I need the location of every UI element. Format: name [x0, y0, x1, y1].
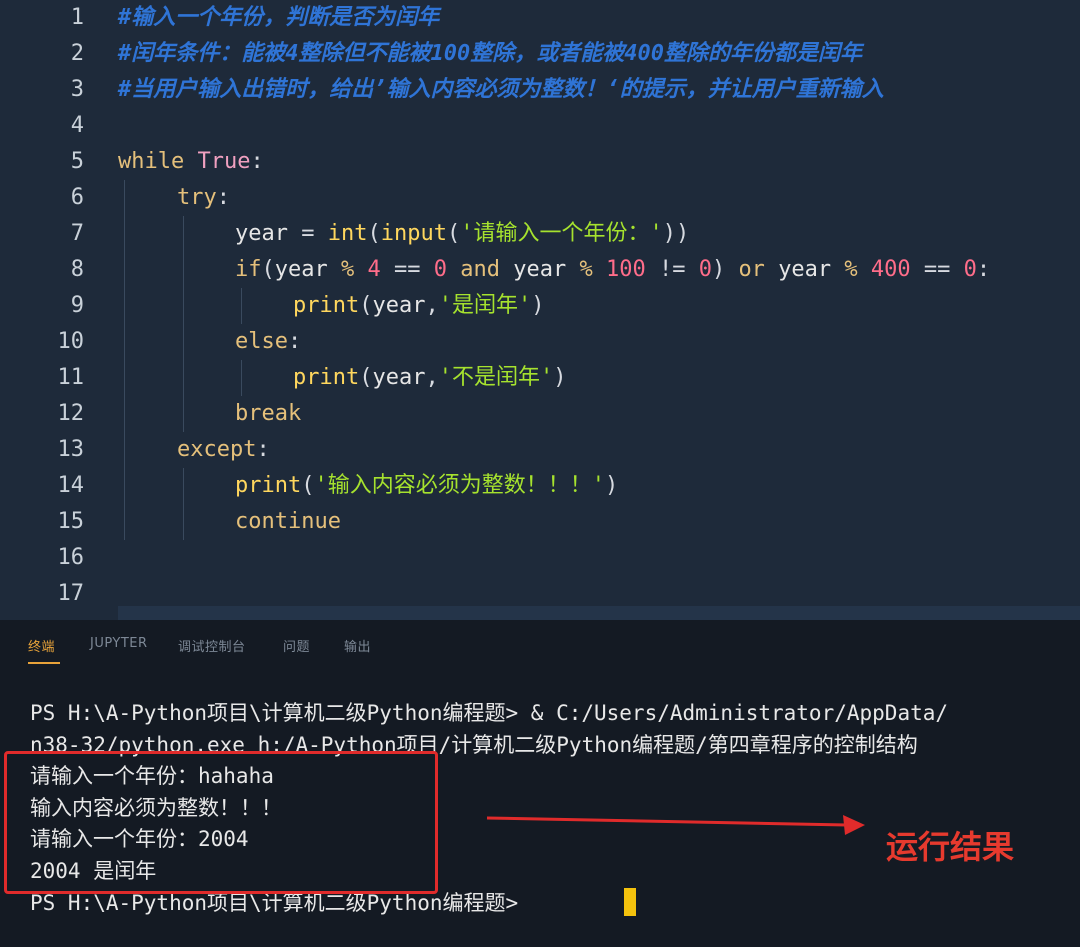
line-number: 11 — [57, 365, 85, 390]
code-line-5: while True: — [118, 144, 264, 180]
indent-guide — [124, 180, 125, 540]
code-line-6: try: — [177, 180, 230, 216]
editor-horizontal-scrollbar[interactable] — [118, 606, 1080, 620]
keyword-else: else — [235, 329, 288, 354]
line-number-gutter: 1 2 3 4 5 6 7 8 9 10 11 12 13 14 15 16 1… — [0, 0, 100, 620]
tab-jupyter[interactable]: JUPYTER — [90, 636, 148, 651]
string-leap: '是闰年' — [438, 293, 532, 318]
line-number: 13 — [57, 437, 85, 462]
tab-problems[interactable]: 问题 — [283, 636, 310, 655]
func-print: print — [235, 473, 302, 498]
string-error: '输入内容必须为整数！！！' — [314, 473, 605, 498]
code-line-11: print(year,'不是闰年') — [293, 365, 567, 390]
code-line-12: break — [235, 396, 301, 432]
line-number: 15 — [57, 509, 85, 534]
line-number: 4 — [70, 113, 84, 138]
indent-guide — [183, 468, 184, 540]
line-number: 2 — [70, 41, 84, 66]
tab-output[interactable]: 输出 — [344, 636, 371, 655]
tab-terminal[interactable]: 终端 — [28, 636, 55, 655]
colon: : — [250, 149, 264, 174]
var-year: year — [235, 221, 288, 246]
comment-line: #当用户输入出错时，给出’输入内容必须为整数！‘的提示，并让用户重新输入 — [118, 77, 884, 102]
keyword-and: and — [460, 257, 500, 282]
line-number: 16 — [57, 545, 85, 570]
active-tab-indicator — [28, 662, 60, 664]
tab-debug-console[interactable]: 调试控制台 — [178, 636, 246, 655]
line-number: 14 — [57, 473, 85, 498]
terminal-line: PS H:\A-Python项目\计算机二级Python编程题> & C:/Us… — [30, 701, 949, 725]
code-line-15: continue — [235, 504, 341, 540]
keyword-true: True — [197, 149, 251, 174]
func-print: print — [293, 293, 360, 318]
keyword-try: try — [177, 185, 217, 210]
arrow-icon — [486, 815, 865, 835]
comment-line: #闰年条件：能被4整除但不能被100整除，或者能被400整除的年份都是闰年 — [118, 41, 862, 66]
code-editor[interactable]: 1 2 3 4 5 6 7 8 9 10 11 12 13 14 15 16 1… — [0, 0, 1080, 620]
indent-guide — [241, 288, 242, 324]
func-print: print — [293, 365, 360, 390]
line-number: 9 — [70, 293, 84, 318]
code-line-7: year = int(input('请输入一个年份：')) — [235, 221, 690, 246]
line-number: 6 — [70, 185, 84, 210]
keyword-if: if — [235, 257, 262, 282]
line-number: 1 — [70, 5, 84, 30]
string-prompt: '请输入一个年份：' — [460, 221, 663, 246]
keyword-while: while — [118, 149, 185, 174]
output-highlight-box — [4, 751, 438, 894]
keyword-continue: continue — [235, 509, 341, 534]
line-number: 7 — [70, 221, 84, 246]
assign-op: = — [287, 221, 328, 246]
comment-line: #输入一个年份，判断是否为闰年 — [118, 5, 440, 30]
result-annotation-label: 运行结果 — [886, 828, 1015, 866]
keyword-or: or — [738, 257, 765, 282]
line-number: 5 — [70, 149, 84, 174]
line-number: 3 — [70, 77, 84, 102]
line-number: 12 — [57, 401, 85, 426]
string-notleap: '不是闰年' — [438, 365, 554, 390]
code-line-13: except: — [177, 437, 270, 462]
indent-guide — [241, 360, 242, 396]
line-number: 17 — [57, 581, 85, 606]
indent-guide — [183, 216, 184, 432]
func-int: int — [327, 221, 368, 246]
line-number: 10 — [57, 329, 85, 354]
line-number: 8 — [70, 257, 84, 282]
func-input: input — [380, 221, 447, 246]
terminal-cursor — [624, 888, 636, 916]
code-line-14: print('输入内容必须为整数！！！') — [235, 473, 619, 498]
keyword-break: break — [235, 401, 302, 426]
code-line-8: if(year % 4 == 0 and year % 100 != 0) or… — [235, 257, 991, 282]
panel-tab-bar: 终端 JUPYTER 调试控制台 问题 输出 — [0, 620, 1080, 676]
code-line-9: print(year,'是闰年') — [293, 293, 545, 318]
keyword-except: except — [177, 437, 257, 462]
colon: : — [216, 185, 230, 210]
code-line-10: else: — [235, 329, 302, 354]
